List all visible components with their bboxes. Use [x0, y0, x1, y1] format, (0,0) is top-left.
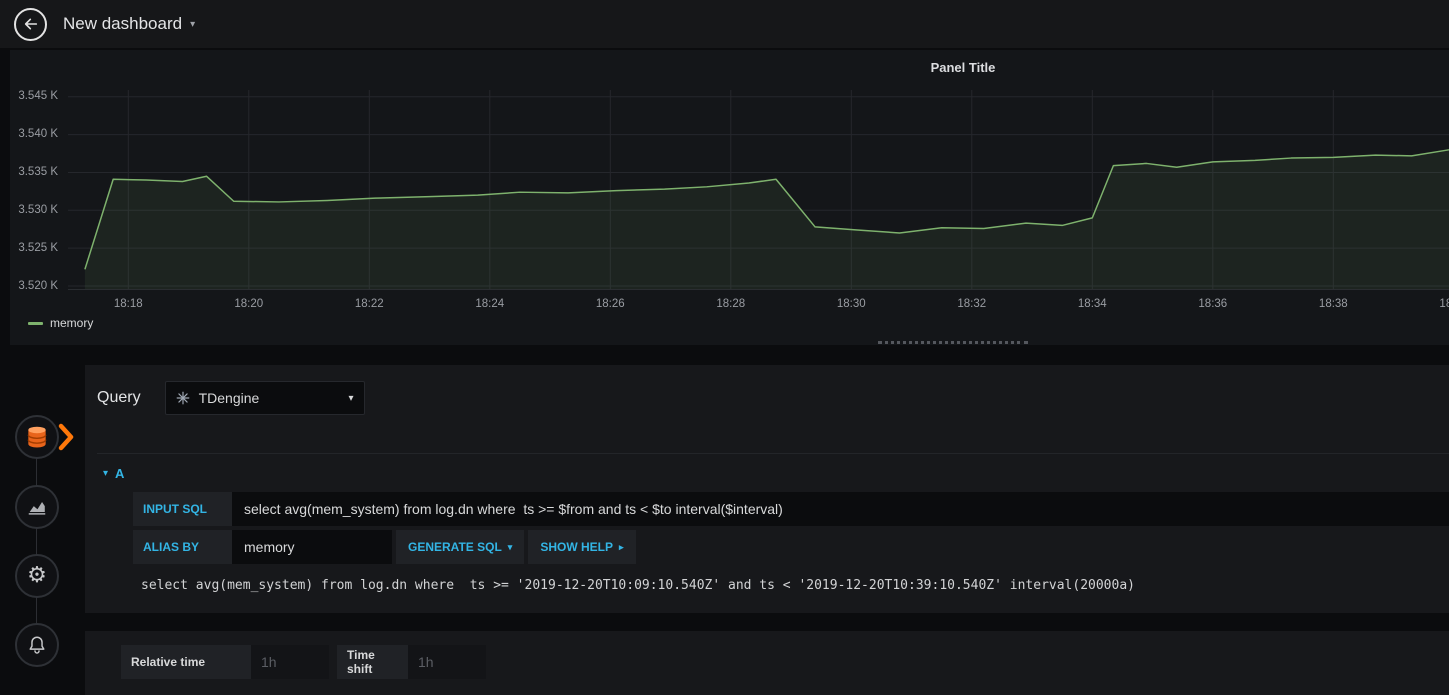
- input-sql-label: INPUT SQL: [133, 492, 232, 526]
- y-axis-tick-label: 3.535 K: [18, 165, 58, 178]
- panel-editor-tabs: ⚙: [0, 365, 85, 695]
- x-axis-tick-label: 18:18: [113, 298, 143, 310]
- x-axis-tick-label: 18:36: [1198, 298, 1228, 310]
- legend[interactable]: memory: [28, 316, 93, 330]
- tab-visualization[interactable]: [15, 485, 59, 529]
- query-ref-id: A: [115, 465, 125, 481]
- back-button[interactable]: [14, 7, 47, 41]
- legend-series-label[interactable]: memory: [50, 316, 93, 330]
- alias-by-label: ALIAS BY: [133, 530, 232, 564]
- dashboard-title-dropdown[interactable]: New dashboard ▾: [63, 14, 195, 34]
- x-axis-tick-label: 18:30: [836, 298, 866, 310]
- query-section: Query TDengine ▾ ▾ A INPUT SQL select av…: [85, 365, 1449, 613]
- y-axis-tick-label: 3.545 K: [18, 89, 58, 102]
- time-shift-label: Time shift: [337, 645, 408, 679]
- x-axis-tick-label: 18:28: [716, 298, 746, 310]
- time-options-section: Relative time Time shift: [85, 631, 1449, 695]
- chevron-down-icon: ▾: [190, 18, 196, 30]
- datasource-picker[interactable]: TDengine ▾: [164, 381, 365, 415]
- relative-time-field[interactable]: [251, 645, 329, 679]
- query-section-title: Query: [97, 389, 141, 406]
- x-axis-tick-label: 18:24: [475, 298, 505, 310]
- bell-icon: [29, 636, 45, 654]
- generate-sql-label: GENERATE SQL: [408, 540, 502, 554]
- x-axis-tick-label: 18:40: [1439, 298, 1449, 310]
- query-row-collapse[interactable]: ▾ A: [97, 462, 1449, 484]
- alias-by-field[interactable]: [232, 530, 392, 564]
- scrollbar-thumb[interactable]: [878, 341, 1028, 344]
- y-axis-tick-label: 3.530 K: [18, 203, 58, 216]
- chevron-down-icon: ▾: [507, 541, 513, 552]
- input-sql-field[interactable]: [232, 492, 1449, 526]
- x-axis-tick-label: 18:34: [1077, 298, 1107, 310]
- graph-panel: Panel Title 3.545 K 3.540 K 3.535 K 3.530 K…: [10, 50, 1449, 345]
- chevron-down-icon: ▾: [348, 392, 354, 404]
- tabs-connector-line: [36, 437, 37, 645]
- tab-alert[interactable]: [15, 623, 59, 667]
- y-axis-tick-label: 3.540 K: [18, 127, 58, 140]
- tdengine-datasource-icon: [176, 391, 189, 405]
- y-axis-tick-label: 3.520 K: [18, 279, 58, 292]
- generate-sql-button[interactable]: GENERATE SQL ▾: [396, 530, 525, 564]
- time-shift-field[interactable]: [408, 645, 486, 679]
- tab-queries[interactable]: [15, 415, 59, 459]
- gear-icon: ⚙: [27, 563, 47, 588]
- x-axis-tick-label: 18:26: [595, 298, 625, 310]
- relative-time-label: Relative time: [121, 645, 251, 679]
- generated-sql-text: select avg(mem_system) from log.dn where…: [141, 578, 1135, 593]
- active-tab-arrow-icon: [58, 423, 74, 451]
- x-axis-tick-label: 18:38: [1318, 298, 1348, 310]
- database-icon: [27, 426, 47, 448]
- chart-icon: [28, 501, 46, 515]
- chevron-right-icon: ▸: [619, 541, 624, 552]
- x-axis-tick-label: 18:22: [354, 298, 384, 310]
- show-help-label: SHOW HELP: [540, 540, 613, 554]
- back-arrow-icon: [24, 18, 37, 30]
- y-axis-tick-label: 3.525 K: [18, 241, 58, 254]
- x-axis-tick-label: 18:20: [234, 298, 264, 310]
- dashboard-title: New dashboard: [63, 14, 183, 33]
- tab-general[interactable]: ⚙: [15, 554, 59, 598]
- chart-plot-area[interactable]: [68, 90, 1449, 290]
- collapse-icon: ▾: [103, 467, 109, 479]
- top-navbar: New dashboard ▾: [0, 0, 1449, 48]
- panel-title[interactable]: Panel Title: [903, 60, 1023, 75]
- show-help-button[interactable]: SHOW HELP ▸: [528, 530, 636, 564]
- datasource-name: TDengine: [198, 390, 260, 406]
- panel-editor: ⚙ Query TDengine ▾ ▾ A INPUT SQL select …: [0, 365, 1449, 695]
- legend-color-icon: [28, 321, 43, 325]
- x-axis-tick-label: 18:32: [957, 298, 987, 310]
- query-editor-main: Query TDengine ▾ ▾ A INPUT SQL select av…: [85, 365, 1449, 695]
- memory-line-chart: [68, 90, 1449, 289]
